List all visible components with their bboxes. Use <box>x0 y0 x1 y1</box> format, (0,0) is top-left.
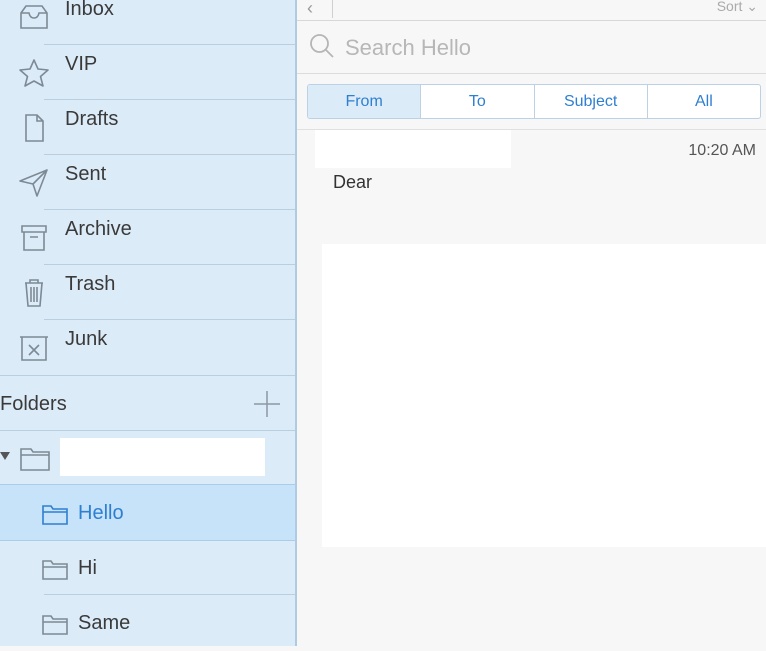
mailbox-label: Drafts <box>65 108 119 130</box>
mailbox-label: Archive <box>65 218 132 240</box>
search-bar <box>297 21 766 74</box>
scope-to[interactable]: To <box>421 85 535 118</box>
archive-box-icon <box>18 223 50 253</box>
divider <box>332 0 333 18</box>
mailbox-label: Junk <box>65 328 108 350</box>
search-scope-control: From To Subject All <box>307 84 761 119</box>
mailbox-sent[interactable]: Sent <box>0 155 295 210</box>
folder-icon <box>42 558 68 580</box>
folder-label: Hello <box>78 502 124 524</box>
plus-icon <box>254 391 280 417</box>
mailbox-label: VIP <box>65 53 98 75</box>
folder-parent[interactable] <box>0 430 295 484</box>
back-button[interactable]: ‹ <box>307 0 313 19</box>
mailbox-label: Inbox <box>65 0 114 20</box>
disclosure-triangle-icon[interactable] <box>0 452 10 460</box>
folder-label: Same <box>78 612 131 634</box>
sidebar: Inbox VIP Drafts Sent Archive Trash Junk… <box>0 0 297 646</box>
inbox-icon <box>18 3 50 33</box>
paper-plane-icon <box>18 168 50 198</box>
top-toolbar: ‹ Sort ⌄ <box>297 0 766 21</box>
scope-subject[interactable]: Subject <box>535 85 648 118</box>
sort-button[interactable]: Sort ⌄ <box>717 0 758 15</box>
message-list-item[interactable]: 10:20 AM Dear <box>297 130 766 230</box>
folder-item-hi[interactable]: Hi <box>0 540 295 595</box>
redacted-preview <box>322 244 766 547</box>
search-icon <box>309 33 335 59</box>
folder-icon <box>42 613 68 635</box>
document-icon <box>18 113 50 143</box>
mailbox-drafts[interactable]: Drafts <box>0 100 295 155</box>
mailbox-vip[interactable]: VIP <box>0 45 295 100</box>
folder-item-same[interactable]: Same <box>0 595 295 650</box>
message-time: 10:20 AM <box>688 142 756 159</box>
mailbox-label: Sent <box>65 163 107 185</box>
folder-icon <box>42 503 68 525</box>
mailbox-junk[interactable]: Junk <box>0 320 295 375</box>
redacted-folder-name <box>60 438 265 476</box>
redacted-sender <box>315 130 511 168</box>
folders-header: Folders <box>0 375 295 431</box>
mailbox-inbox[interactable]: Inbox <box>0 0 295 45</box>
search-input[interactable] <box>343 31 747 65</box>
folder-label: Hi <box>78 557 97 579</box>
junk-box-icon <box>18 333 50 363</box>
mailbox-trash[interactable]: Trash <box>0 265 295 320</box>
add-folder-button[interactable] <box>252 389 282 419</box>
mailbox-label: Trash <box>65 273 116 295</box>
folder-icon <box>20 445 50 471</box>
scope-all[interactable]: All <box>648 85 760 118</box>
trash-icon <box>18 278 50 308</box>
mailbox-archive[interactable]: Archive <box>0 210 295 265</box>
message-subject: Dear <box>333 172 373 192</box>
scope-from[interactable]: From <box>308 85 422 118</box>
message-list-pane: ‹ Sort ⌄ From To Subject All 10:20 AM De… <box>297 0 766 646</box>
folders-title: Folders <box>0 393 67 415</box>
folder-item-hello[interactable]: Hello <box>0 484 295 541</box>
star-icon <box>18 58 50 88</box>
